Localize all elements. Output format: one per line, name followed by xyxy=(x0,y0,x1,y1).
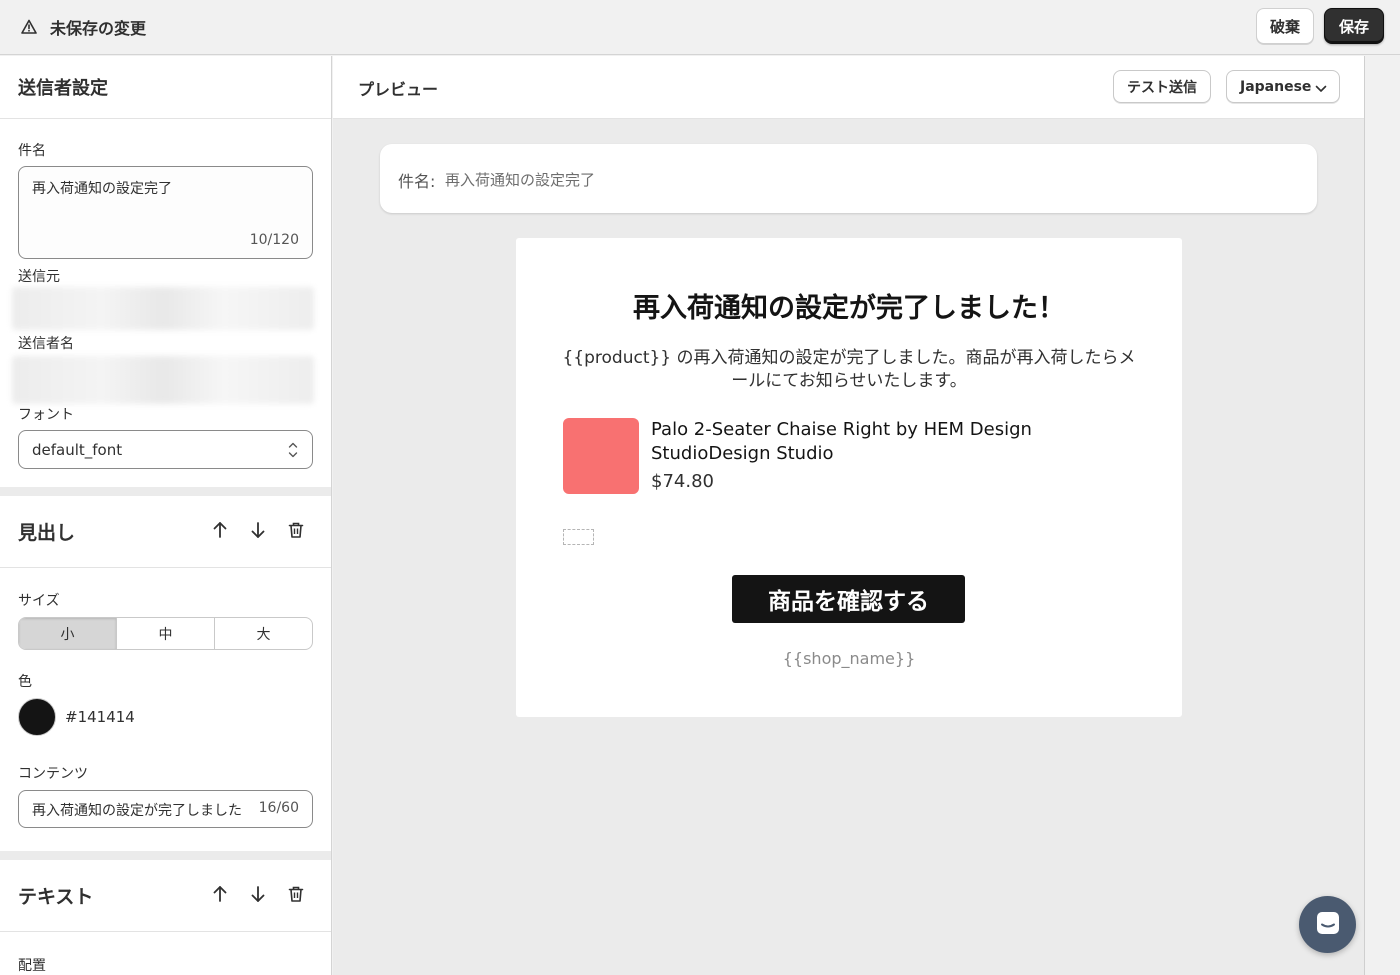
shop-name: {{shop_name}} xyxy=(782,649,916,668)
product-image xyxy=(563,418,639,494)
size-option-large[interactable]: 大 xyxy=(215,618,312,649)
heading-block-title: 見出し xyxy=(18,522,76,544)
move-down-icon[interactable] xyxy=(248,520,268,540)
from-field-redacted[interactable] xyxy=(12,287,314,330)
email-preview: 再入荷通知の設定が完了しました！ {{product}} の再入荷通知の設定が完… xyxy=(516,238,1182,717)
move-down-icon[interactable] xyxy=(248,884,268,904)
preview-subject-label: 件名: xyxy=(398,172,436,191)
preview-subject-value: 再入荷通知の設定完了 xyxy=(445,171,596,189)
size-segmented-control: 小 中 大 xyxy=(18,617,313,650)
save-button[interactable]: 保存 xyxy=(1323,8,1384,44)
trash-icon[interactable] xyxy=(286,520,306,540)
heading-block-header: 見出し xyxy=(0,496,331,568)
move-up-icon[interactable] xyxy=(210,884,230,904)
section-divider xyxy=(0,487,331,496)
view-product-button[interactable]: 商品を確認する xyxy=(732,575,965,623)
language-select[interactable]: Japanese xyxy=(1226,70,1340,103)
sender-settings-title: 送信者設定 xyxy=(0,56,331,119)
email-heading[interactable]: 再入荷通知の設定が完了しました！ xyxy=(516,286,1182,325)
select-updown-icon xyxy=(288,441,298,459)
preview-title: プレビュー xyxy=(358,80,439,99)
content-label: コンテンツ xyxy=(18,766,88,782)
preview-header: プレビュー テスト送信 Japanese xyxy=(333,56,1364,119)
size-label: サイズ xyxy=(18,593,60,609)
from-label: 送信元 xyxy=(18,269,60,285)
chat-launcher-button[interactable] xyxy=(1299,896,1356,953)
color-label: 色 xyxy=(18,674,32,690)
color-swatch[interactable] xyxy=(18,698,56,736)
sender-name-field-redacted[interactable] xyxy=(12,356,314,404)
color-hex-value[interactable]: #141414 xyxy=(65,708,135,726)
section-divider xyxy=(0,851,331,860)
unsaved-changes-title: 未保存の変更 xyxy=(50,19,147,38)
email-body-text[interactable]: {{product}} の再入荷通知の設定が完了しました。商品が再入荷したらメー… xyxy=(556,347,1142,393)
content-input[interactable]: 再入荷通知の設定が完了しました！ 16/60 xyxy=(18,790,313,828)
subject-field[interactable]: 再入荷通知の設定完了 10/120 xyxy=(18,166,313,259)
content-input-value: 再入荷通知の設定が完了しました！ xyxy=(32,803,244,819)
right-scroll-strip xyxy=(1364,56,1400,975)
unsaved-changes-bar: 未保存の変更 破棄 保存 xyxy=(0,0,1400,55)
product-name: Palo 2-Seater Chaise Right by HEM Design… xyxy=(651,419,1032,464)
preview-subject-card: 件名: 再入荷通知の設定完了 xyxy=(380,144,1317,213)
move-up-icon[interactable] xyxy=(210,520,230,540)
subject-char-count: 10/120 xyxy=(249,232,299,248)
alignment-label: 配置 xyxy=(18,958,46,974)
subject-value: 再入荷通知の設定完了 xyxy=(32,181,172,197)
chevron-down-icon xyxy=(1315,82,1327,92)
trash-icon[interactable] xyxy=(286,884,306,904)
warning-icon xyxy=(20,18,38,36)
text-block-title: テキスト xyxy=(18,886,94,908)
chat-icon xyxy=(1315,910,1341,940)
size-option-medium[interactable]: 中 xyxy=(117,618,215,649)
text-block-header: テキスト xyxy=(0,860,331,932)
font-select[interactable]: default_font xyxy=(18,430,313,469)
font-label: フォント xyxy=(18,407,74,423)
content-char-count: 16/60 xyxy=(258,800,299,816)
sender-name-label: 送信者名 xyxy=(18,336,74,352)
font-select-value: default_font xyxy=(32,440,123,459)
product-price: $74.80 xyxy=(651,471,714,492)
subject-label: 件名 xyxy=(18,143,46,159)
empty-block-placeholder[interactable] xyxy=(563,529,594,545)
discard-button[interactable]: 破棄 xyxy=(1255,8,1314,44)
test-send-button[interactable]: テスト送信 xyxy=(1113,70,1211,103)
preview-panel: プレビュー テスト送信 Japanese 件名: 再入荷通知の設定完了 再入荷通… xyxy=(333,56,1364,975)
settings-panel: 送信者設定 件名 再入荷通知の設定完了 10/120 送信元 送信者名 フォント… xyxy=(0,56,332,975)
language-value: Japanese xyxy=(1240,78,1312,95)
size-option-small[interactable]: 小 xyxy=(19,618,117,649)
